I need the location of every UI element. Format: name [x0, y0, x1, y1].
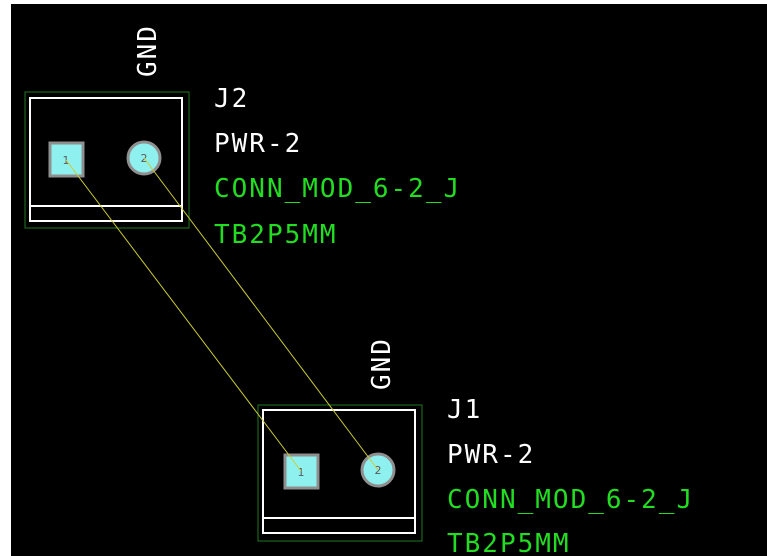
pcb-canvas[interactable]: 1 2 GND J2 PWR-2 CONN_MOD_6-2_J TB2P5MM … — [0, 0, 767, 556]
ratsnest-line-pad1[interactable] — [65, 159, 302, 472]
component-j2[interactable]: 1 2 GND J2 PWR-2 CONN_MOD_6-2_J TB2P5MM — [24, 24, 461, 250]
j1-courtyard — [257, 404, 423, 542]
j2-pad-1[interactable]: 1 — [48, 141, 85, 178]
component-j1[interactable]: 1 2 GND J1 PWR-2 CONN_MOD_6-2_J TB2P5MM — [257, 337, 694, 556]
j1-net-label: GND — [367, 337, 397, 390]
j2-value: PWR-2 — [214, 129, 302, 159]
j2-reference: J2 — [214, 84, 249, 114]
ratsnest-line-pad2[interactable] — [143, 157, 379, 471]
j1-value: PWR-2 — [447, 440, 535, 470]
j1-part-name: CONN_MOD_6-2_J — [447, 485, 694, 515]
j1-footprint: TB2P5MM — [447, 529, 571, 556]
j2-part-name: CONN_MOD_6-2_J — [214, 174, 461, 204]
ratsnest-lines — [65, 157, 379, 472]
j2-footprint: TB2P5MM — [214, 220, 338, 250]
pcb-layout-svg: 1 2 GND J2 PWR-2 CONN_MOD_6-2_J TB2P5MM … — [24, 24, 694, 556]
j1-pad-1[interactable]: 1 — [283, 453, 320, 490]
j2-net-label: GND — [133, 24, 163, 77]
j1-reference: J1 — [447, 395, 482, 425]
